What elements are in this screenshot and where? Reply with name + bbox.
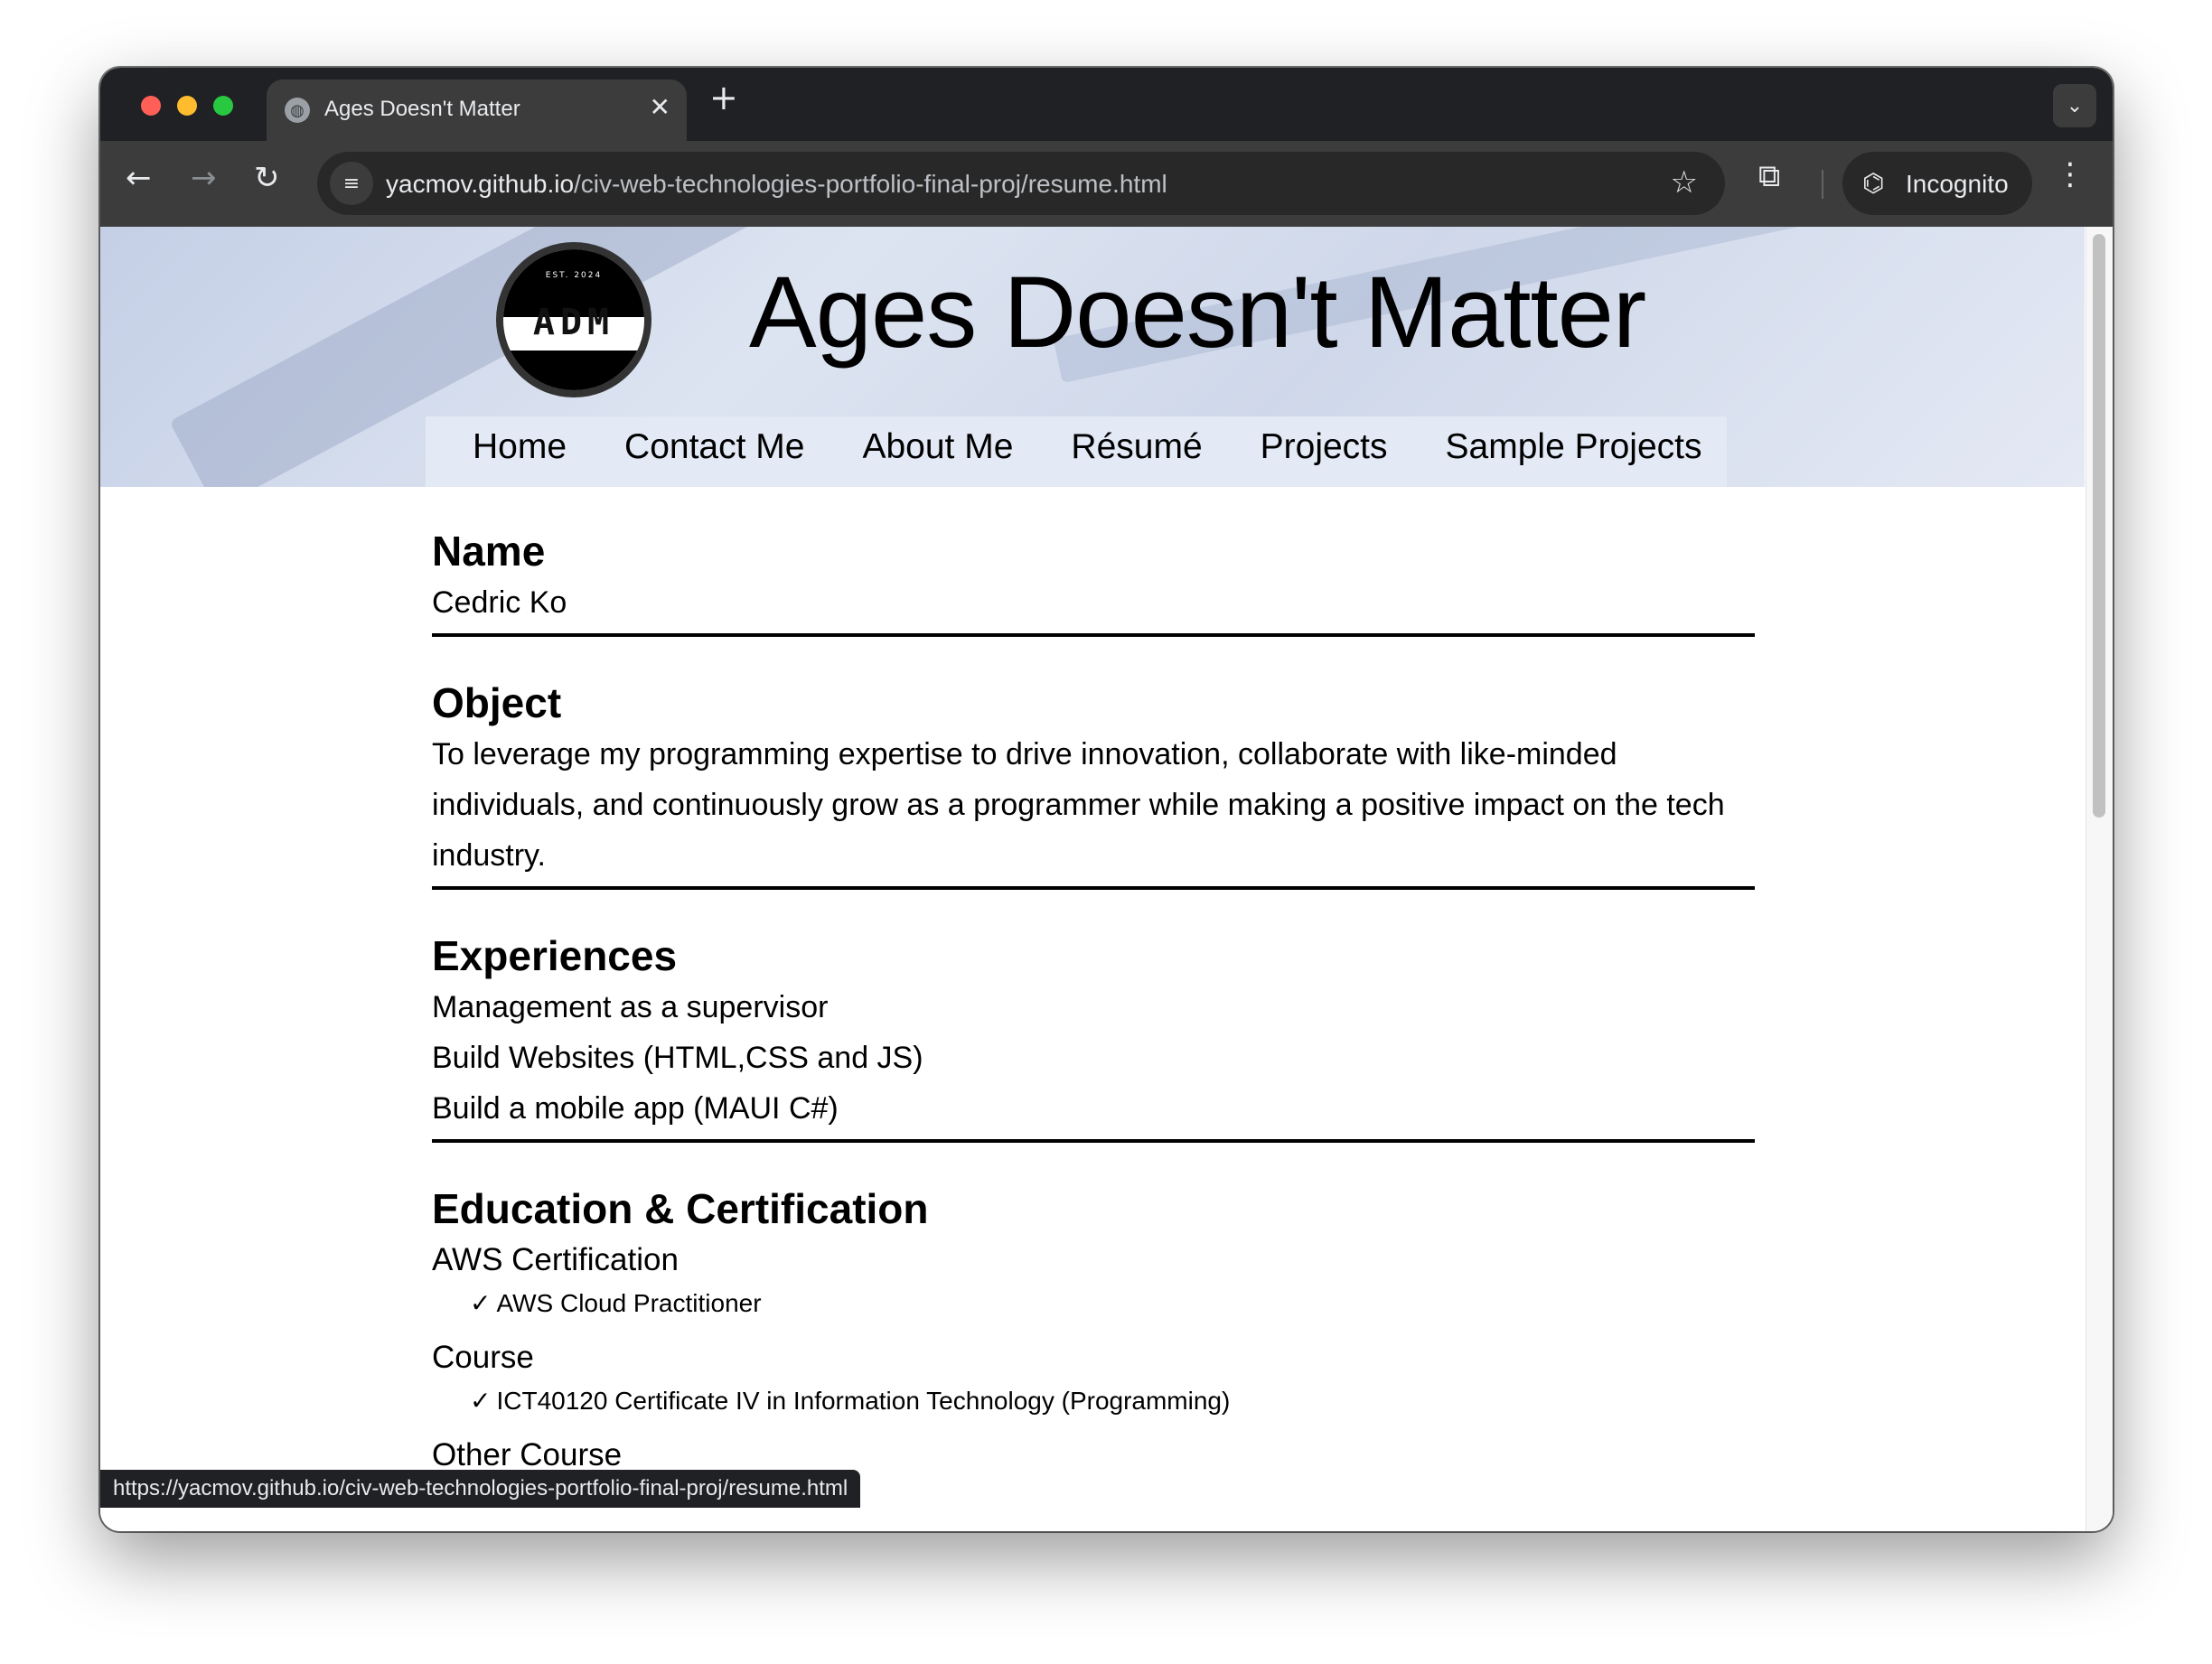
extensions-icon[interactable]: ⧉ bbox=[1758, 161, 1780, 192]
object-text: To leverage my programming expertise to … bbox=[432, 737, 1725, 873]
tab-title: Ages Doesn't Matter bbox=[324, 97, 520, 121]
reload-icon[interactable]: ↻ bbox=[254, 163, 280, 193]
site-header: EST. 2024 ADM Ages Doesn't Matter Home C… bbox=[100, 227, 2085, 487]
address-bar[interactable]: ≡ yacmov.github.io/civ-web-technologies-… bbox=[317, 152, 1725, 215]
forward-icon[interactable]: → bbox=[191, 163, 217, 193]
check-icon: ✓ bbox=[470, 1386, 492, 1416]
toolbar-divider bbox=[1822, 170, 1823, 199]
main-nav: Home Contact Me About Me Résumé Projects… bbox=[473, 427, 1759, 481]
active-tab[interactable]: ◍ Ages Doesn't Matter ✕ bbox=[267, 79, 687, 141]
experience-item: Management as a supervisor bbox=[432, 990, 829, 1024]
nav-contact-me[interactable]: Contact Me bbox=[624, 427, 804, 481]
close-window-button[interactable] bbox=[141, 96, 161, 116]
nav-sample-projects[interactable]: Sample Projects bbox=[1446, 427, 1702, 481]
object-section: Object To leverage my programming expert… bbox=[432, 677, 1755, 890]
check-icon: ✓ bbox=[470, 1288, 492, 1318]
url-host: yacmov.github.io bbox=[386, 170, 575, 198]
education-item: ✓ AWS Cloud Practitioner bbox=[432, 1285, 1755, 1322]
nav-about-me[interactable]: About Me bbox=[862, 427, 1013, 481]
education-item: ✓ ICT40120 Certificate IV in Information … bbox=[432, 1383, 1755, 1419]
experience-item: Build Websites (HTML,CSS and JS) bbox=[432, 1041, 923, 1075]
incognito-button[interactable]: ⌬ Incognito bbox=[1842, 152, 2032, 215]
incognito-icon: ⌬ bbox=[1862, 168, 1885, 198]
menu-icon[interactable]: ⋮ bbox=[2055, 159, 2085, 190]
chevron-down-icon[interactable]: ⌄ bbox=[2053, 84, 2096, 127]
close-icon[interactable]: ✕ bbox=[650, 92, 670, 122]
globe-icon: ◍ bbox=[285, 98, 310, 123]
education-group: AWS Certification ✓ AWS Cloud Practitione… bbox=[432, 1235, 1755, 1322]
scrollbar[interactable] bbox=[2085, 227, 2113, 1531]
education-label: Course bbox=[432, 1340, 534, 1375]
logo-est: EST. 2024 bbox=[545, 271, 603, 280]
education-item-text: ICT40120 Certificate IV in Information T… bbox=[496, 1387, 1231, 1415]
logo-bottom bbox=[503, 351, 644, 390]
name-heading: Name bbox=[432, 528, 546, 575]
nav-resume[interactable]: Résumé bbox=[1071, 427, 1202, 481]
experiences-heading: Experiences bbox=[432, 932, 678, 979]
education-item-text: AWS Cloud Practitioner bbox=[496, 1289, 762, 1317]
incognito-label: Incognito bbox=[1906, 170, 2009, 198]
scrollbar-thumb[interactable] bbox=[2093, 234, 2105, 818]
browser-toolbar: ← → ↻ ≡ yacmov.github.io/civ-web-technol… bbox=[100, 141, 2113, 227]
education-label: AWS Certification bbox=[432, 1242, 679, 1277]
name-section: Name Cedric Ko bbox=[432, 525, 1755, 637]
site-title: Ages Doesn't Matter bbox=[749, 256, 1646, 369]
education-heading: Education & Certification bbox=[432, 1185, 929, 1232]
tab-strip: ◍ Ages Doesn't Matter ✕ + ⌄ bbox=[100, 68, 2113, 141]
nav-home[interactable]: Home bbox=[473, 427, 567, 481]
star-icon[interactable]: ☆ bbox=[1671, 164, 1698, 201]
maximize-window-button[interactable] bbox=[213, 96, 233, 116]
experiences-section: Experiences Management as a supervisor B… bbox=[432, 930, 1755, 1143]
education-group: Course ✓ ICT40120 Certificate IV in Infor… bbox=[432, 1332, 1755, 1419]
experience-item: Build a mobile app (MAUI C#) bbox=[432, 1091, 839, 1126]
site-logo[interactable]: EST. 2024 ADM bbox=[496, 242, 651, 397]
page-viewport: EST. 2024 ADM Ages Doesn't Matter Home C… bbox=[100, 227, 2113, 1531]
url-text[interactable]: yacmov.github.io/civ-web-technologies-po… bbox=[386, 170, 1167, 199]
education-section: Education & Certification AWS Certificat… bbox=[432, 1183, 1755, 1481]
minimize-window-button[interactable] bbox=[177, 96, 197, 116]
browser-window: ◍ Ages Doesn't Matter ✕ + ⌄ ← → ↻ ≡ yacm… bbox=[100, 68, 2113, 1531]
object-heading: Object bbox=[432, 679, 562, 726]
link-status-bubble: https://yacmov.github.io/civ-web-technol… bbox=[100, 1470, 861, 1508]
name-value: Cedric Ko bbox=[432, 585, 567, 620]
new-tab-button[interactable]: + bbox=[709, 80, 738, 115]
site-info-icon[interactable]: ≡ bbox=[330, 162, 373, 205]
nav-projects[interactable]: Projects bbox=[1261, 427, 1388, 481]
logo-text: ADM bbox=[532, 302, 615, 343]
url-path: /civ-web-technologies-portfolio-final-pr… bbox=[574, 170, 1167, 198]
resume-content: Name Cedric Ko Object To leverage my pro… bbox=[432, 525, 1755, 1488]
back-icon[interactable]: ← bbox=[126, 163, 152, 193]
